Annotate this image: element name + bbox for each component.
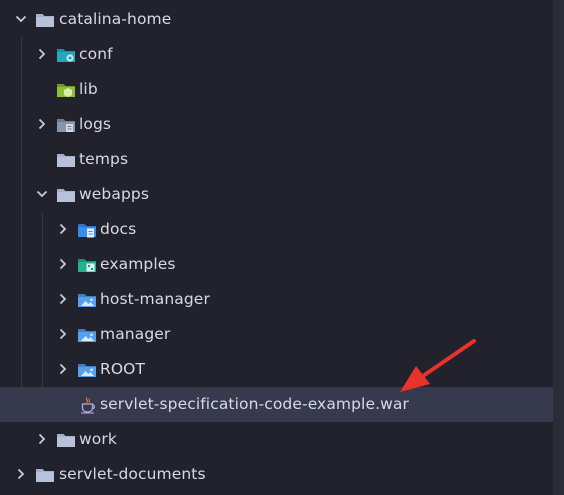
folder-images-icon <box>78 364 96 377</box>
tree-item-servlet-war-file[interactable]: servlet-specification-code-example.war <box>0 387 553 422</box>
chevron-right-icon[interactable] <box>34 431 50 447</box>
tree-item-label: servlet-specification-code-example.war <box>100 395 409 413</box>
chevron-down-icon[interactable] <box>34 186 50 202</box>
folder-lib-icon <box>57 84 75 97</box>
tree-item-label: lib <box>79 80 98 98</box>
tree-item-temps[interactable]: temps <box>0 142 553 177</box>
tree-item-label: logs <box>79 115 112 133</box>
tree-item-label: ROOT <box>100 360 146 378</box>
chevron-right-icon[interactable] <box>13 466 29 482</box>
folder-images-icon <box>78 294 96 307</box>
tree-item-label: conf <box>79 45 113 63</box>
tree-item-label: manager <box>100 325 171 343</box>
tree-item-webapps[interactable]: webapps <box>0 177 553 212</box>
tree-item-servlet-documents[interactable]: servlet-documents <box>0 457 553 492</box>
folder-icon <box>36 14 54 27</box>
tree-item-host-manager[interactable]: host-manager <box>0 282 553 317</box>
tree-item-manager[interactable]: manager <box>0 317 553 352</box>
tree-item-label: docs <box>100 220 137 238</box>
folder-icon <box>57 154 75 167</box>
tree-item-examples[interactable]: examples <box>0 247 553 282</box>
tree-item-root[interactable]: ROOT <box>0 352 553 387</box>
tree-item-lib[interactable]: lib <box>0 72 553 107</box>
tree-item-label: work <box>79 430 117 448</box>
folder-icon <box>57 434 75 447</box>
folder-icon <box>57 189 75 202</box>
java-archive-icon <box>81 397 95 414</box>
chevron-right-icon[interactable] <box>55 361 71 377</box>
tree-item-label: examples <box>100 255 176 273</box>
chevron-right-icon[interactable] <box>34 116 50 132</box>
chevron-down-icon[interactable] <box>13 11 29 27</box>
tree-item-label: servlet-documents <box>59 465 206 483</box>
folder-examples-icon <box>78 259 96 272</box>
tree-item-docs[interactable]: docs <box>0 212 553 247</box>
folder-config-icon <box>57 49 75 62</box>
chevron-right-icon[interactable] <box>55 221 71 237</box>
tree-item-catalina-home[interactable]: catalina-home <box>0 2 553 37</box>
chevron-right-icon[interactable] <box>55 291 71 307</box>
file-explorer-tree: catalina-home conf lib logs temps webapp… <box>0 0 564 495</box>
folder-icon <box>36 469 54 482</box>
folder-logs-icon <box>57 119 75 132</box>
tree-item-label: catalina-home <box>59 10 172 28</box>
folder-images-icon <box>78 329 96 342</box>
tree-item-conf[interactable]: conf <box>0 37 553 72</box>
chevron-right-icon[interactable] <box>55 326 71 342</box>
tree-item-work[interactable]: work <box>0 422 553 457</box>
folder-docs-icon <box>78 224 96 238</box>
scrollbar[interactable] <box>553 0 564 495</box>
tree-item-label: webapps <box>79 185 150 203</box>
tree-item-logs[interactable]: logs <box>0 107 553 142</box>
chevron-right-icon[interactable] <box>34 46 50 62</box>
tree-item-label: host-manager <box>100 290 210 308</box>
tree-item-label: temps <box>79 150 129 168</box>
chevron-right-icon[interactable] <box>55 256 71 272</box>
